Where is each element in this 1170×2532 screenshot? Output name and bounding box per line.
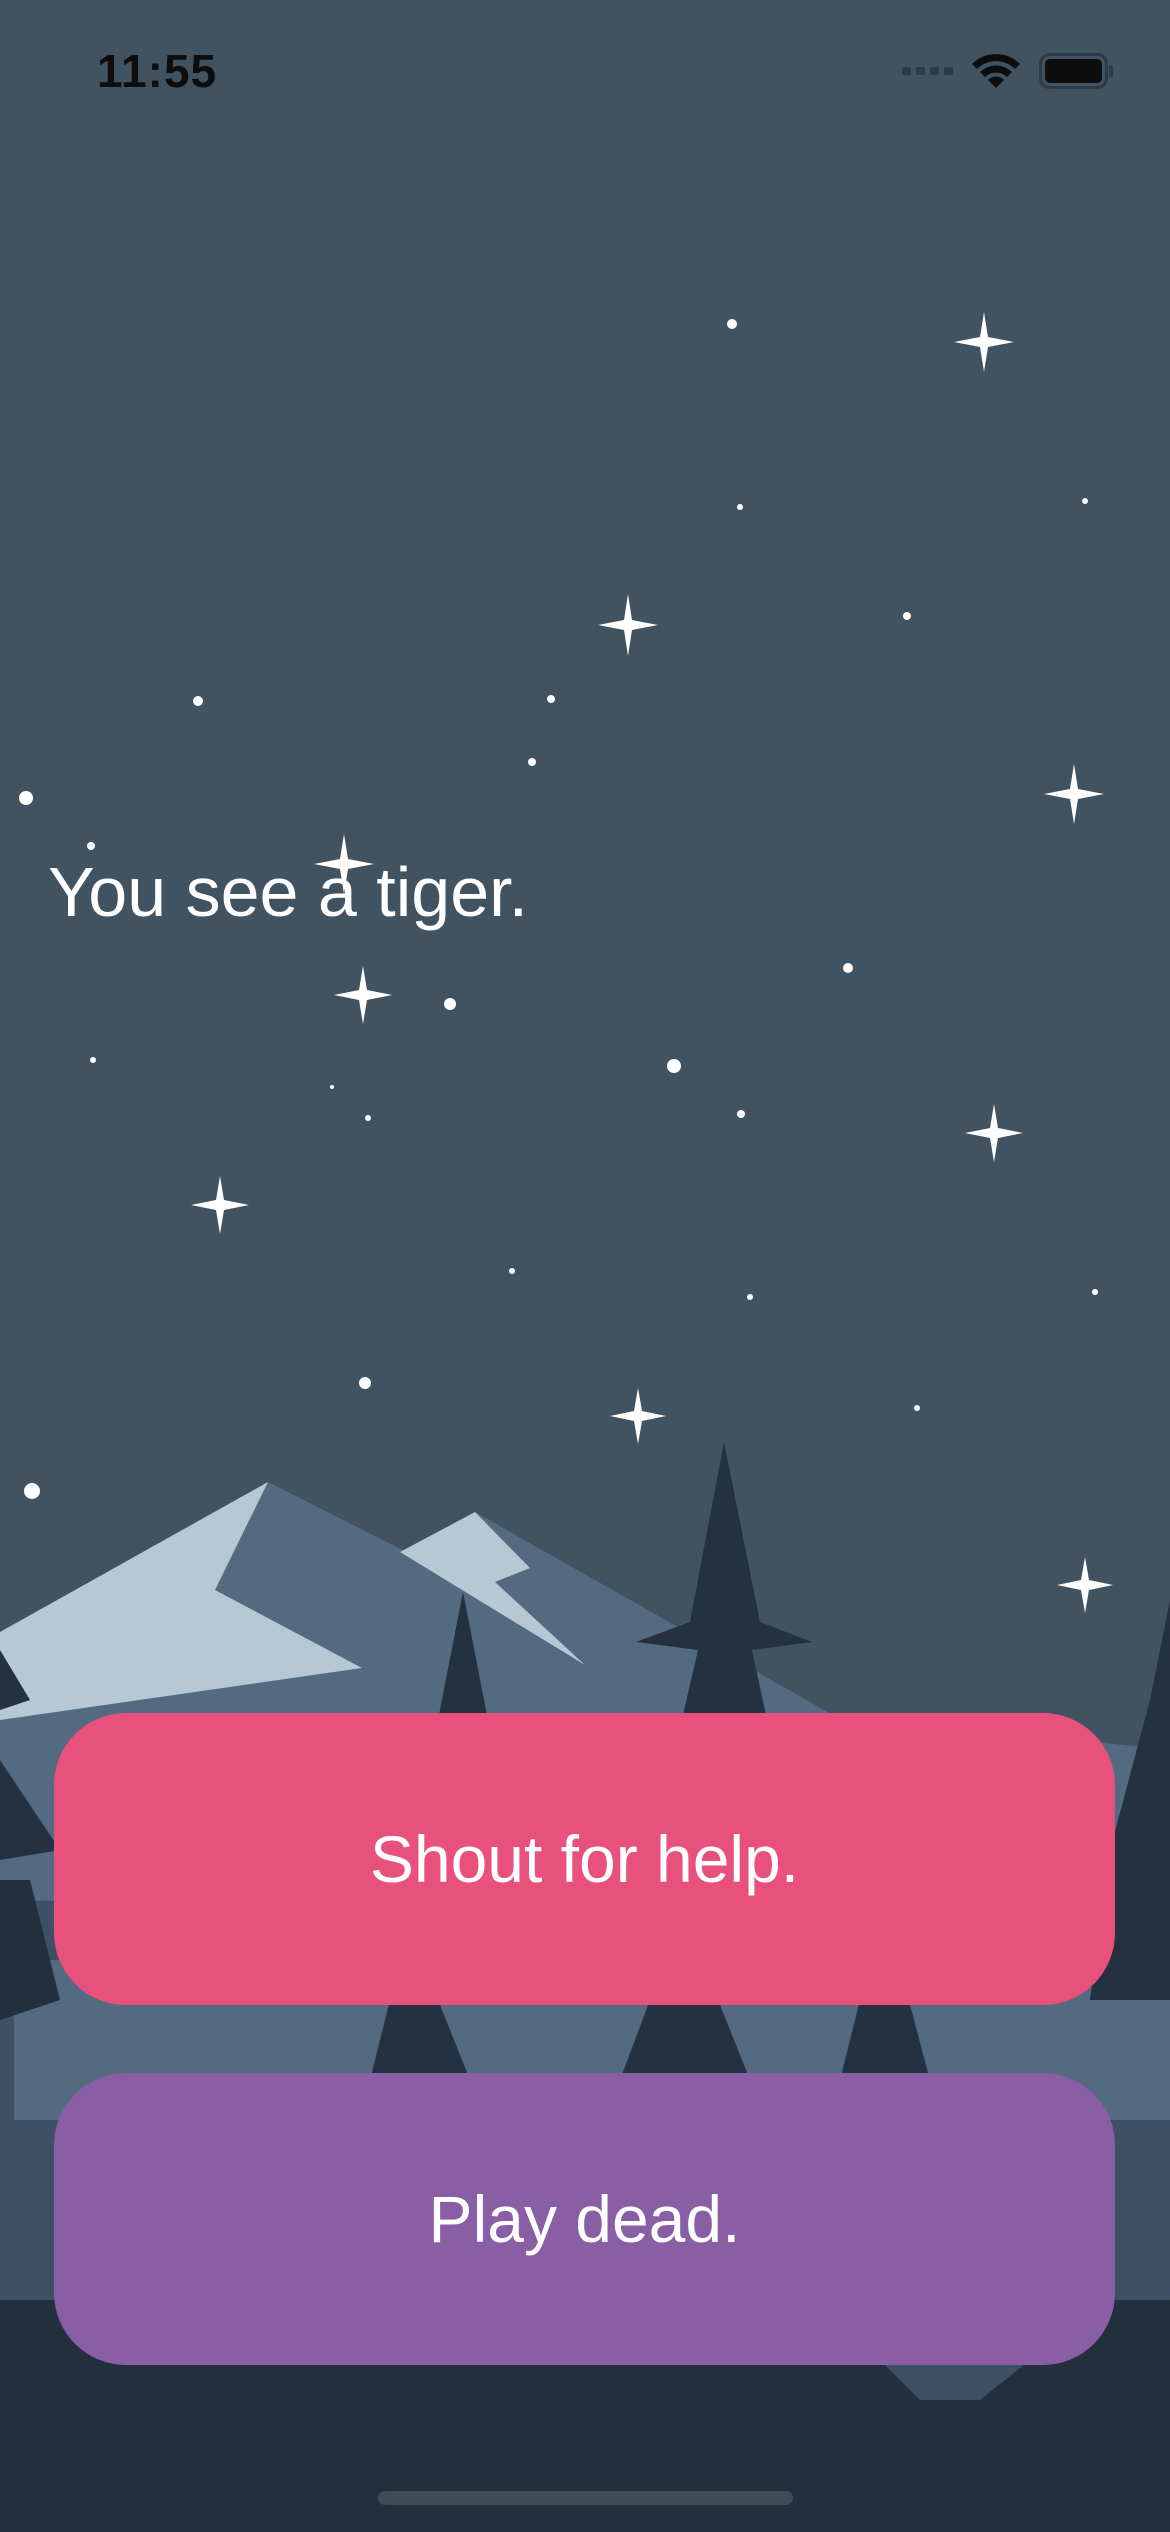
home-indicator[interactable]: [378, 2491, 793, 2505]
signal-icon: [902, 67, 953, 75]
battery-icon: [1039, 53, 1115, 89]
status-bar: 11:55: [0, 0, 1170, 150]
choice-1-button[interactable]: Shout for help.: [54, 1713, 1115, 2005]
wifi-icon: [971, 52, 1021, 90]
game-screen: 11:55 You see a tiger. Shout for help. P…: [0, 0, 1170, 2532]
story-text: You see a tiger.: [48, 853, 529, 931]
status-icons: [902, 52, 1115, 90]
status-time: 11:55: [97, 45, 218, 97]
choice-2-button[interactable]: Play dead.: [54, 2073, 1115, 2365]
